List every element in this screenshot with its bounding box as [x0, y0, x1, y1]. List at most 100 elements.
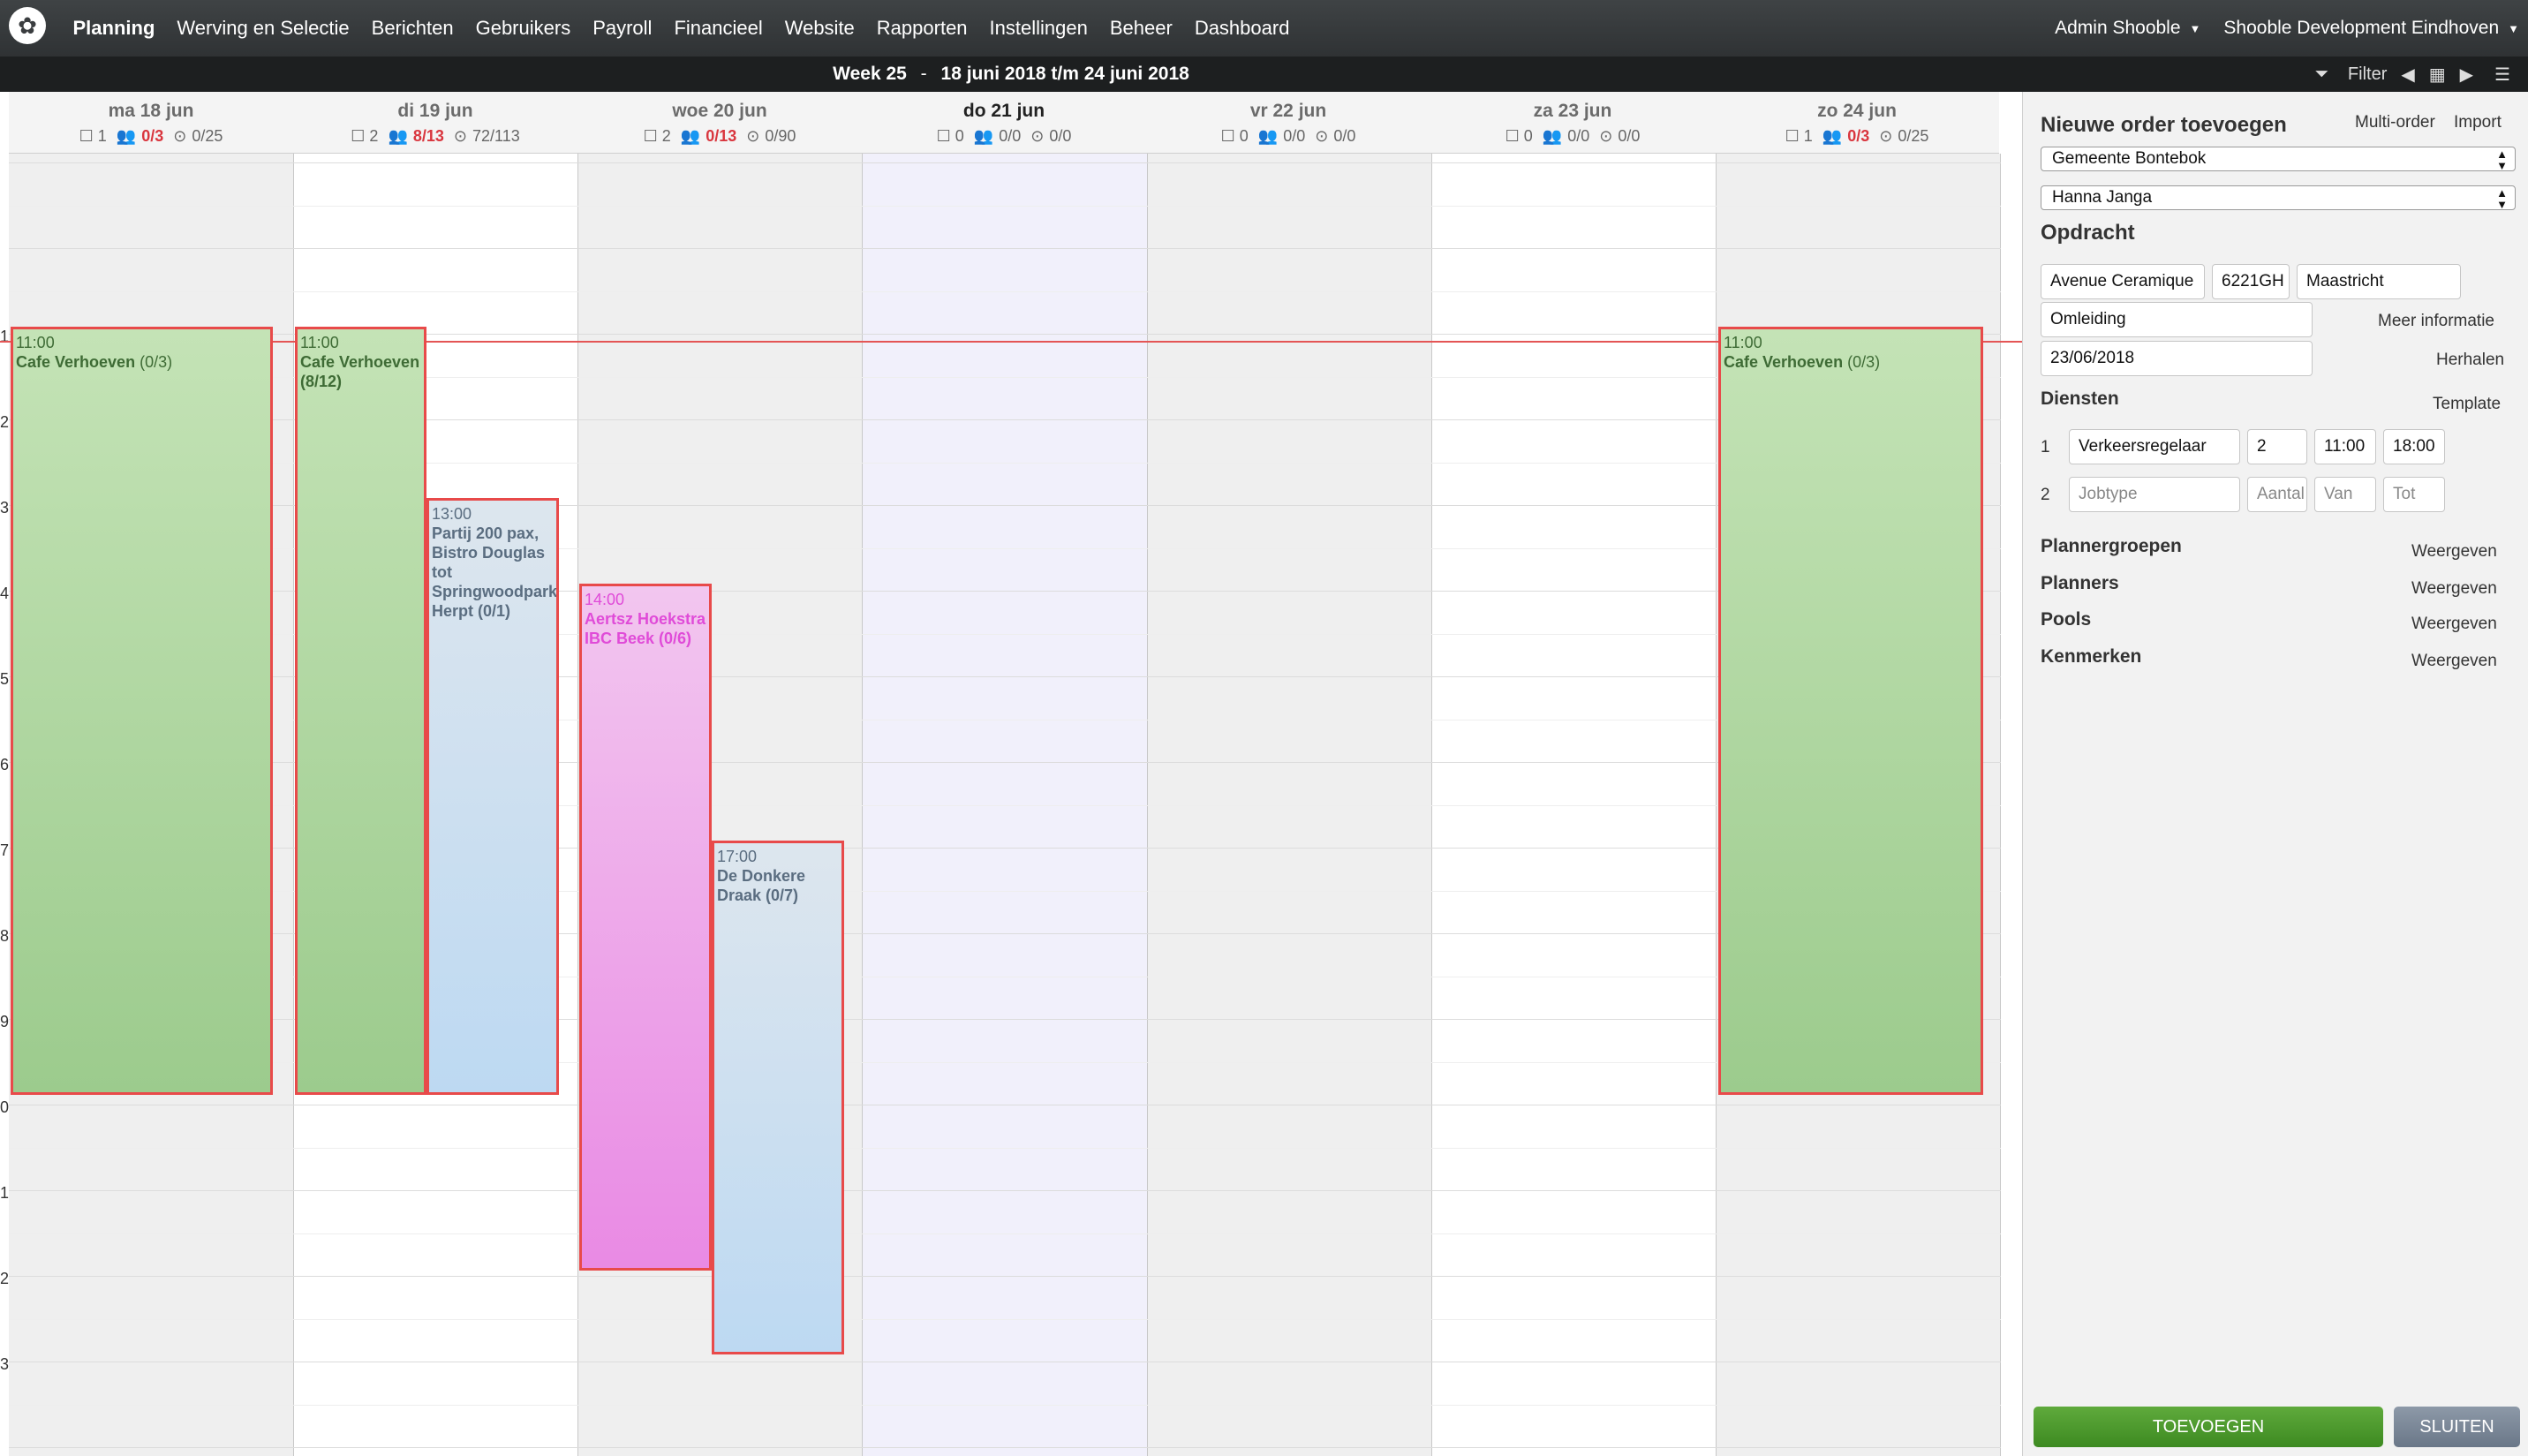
user-dropdown[interactable]: Admin Shooble ▼ — [2055, 18, 2200, 39]
organization-dropdown[interactable]: Shooble Development Eindhoven ▼ — [2223, 18, 2519, 39]
date-field[interactable]: 23/06/2018 — [2041, 341, 2313, 376]
nav-item-financieel[interactable]: Financieel — [674, 17, 762, 40]
template-link[interactable]: Template — [2433, 395, 2501, 414]
nav-item-werving-en-selectie[interactable]: Werving en Selectie — [177, 17, 349, 40]
filter-button[interactable]: ⏷ Filter — [2300, 64, 2387, 85]
day-header-sat[interactable]: za 23 jun ☐ 0 👥 0/0 ⊙ 0/0 — [1430, 92, 1715, 154]
section-label-pools: Pools — [2041, 609, 2092, 630]
event-time: 13:00 — [432, 505, 472, 523]
description-field[interactable]: Omleiding — [2041, 302, 2313, 337]
event-cafe-verhoeven-sun[interactable]: 11:00 Cafe Verhoeven (0/3) — [1718, 327, 1983, 1095]
organization-name: Shooble Development Eindhoven — [2223, 18, 2500, 38]
clock-icon: ⊙ — [1030, 127, 1045, 145]
day-label: woe 20 jun — [672, 101, 767, 121]
nav-item-instellingen[interactable]: Instellingen — [990, 17, 1088, 40]
nav-item-beheer[interactable]: Beheer — [1110, 17, 1173, 40]
service-row-number: 1 — [2041, 438, 2050, 456]
people-count: 0/0 — [1283, 127, 1306, 145]
service-amount-field[interactable]: 2 — [2247, 429, 2307, 464]
street-field[interactable]: Avenue Ceramique — [2041, 264, 2205, 299]
shift-count: 0/0 — [1618, 127, 1641, 145]
nav-item-gebruikers[interactable]: Gebruikers — [476, 17, 571, 40]
day-stats: ☐ 2 👥 0/13 ⊙ 0/90 — [577, 127, 862, 146]
calendar-icon[interactable]: ▦ — [2429, 64, 2446, 86]
hour-label: 4 — [0, 585, 10, 602]
nav-item-dashboard[interactable]: Dashboard — [1195, 17, 1290, 40]
hour-label: 9 — [0, 1013, 10, 1030]
service-row-number: 2 — [2041, 486, 2050, 504]
event-name: Cafe Verhoeven — [16, 353, 136, 371]
hour-label: 1 — [0, 328, 10, 345]
half-hour-gridline — [9, 1405, 2001, 1406]
nav-item-rapporten[interactable]: Rapporten — [877, 17, 968, 40]
hour-label: 3 — [0, 1355, 10, 1373]
service-to-field[interactable]: 18:00 — [2383, 429, 2445, 464]
order-count: 0 — [955, 127, 964, 145]
day-header-fri[interactable]: vr 22 jun ☐ 0 👥 0/0 ⊙ 0/0 — [1146, 92, 1430, 154]
day-label: ma 18 jun — [108, 101, 194, 121]
people-icon: 👥 — [388, 127, 408, 145]
city-field[interactable]: Maastricht — [2297, 264, 2461, 299]
contact-select-value: Hanna Janga — [2052, 188, 2153, 207]
pools-show-link[interactable]: Weergeven — [2411, 615, 2497, 634]
import-link[interactable]: Import — [2454, 113, 2502, 132]
service-from-field[interactable]: 11:00 — [2314, 429, 2376, 464]
half-hour-gridline — [9, 206, 2001, 207]
service-jobtype-field[interactable]: Jobtype — [2069, 477, 2240, 512]
main-menu: Planning Werving en Selectie Berichten G… — [62, 0, 1301, 57]
service-amount-field[interactable]: Aantal — [2247, 477, 2307, 512]
add-order-button[interactable]: TOEVOEGEN — [2034, 1407, 2383, 1447]
clock-icon: ⊙ — [173, 127, 187, 145]
postcode-field[interactable]: 6221GH — [2212, 264, 2290, 299]
people-count: 0/3 — [1847, 127, 1870, 145]
shooble-logo-icon[interactable]: ✿ — [9, 7, 46, 44]
day-label: za 23 jun — [1533, 101, 1612, 121]
event-aertsz-hoekstra[interactable]: 14:00 Aertsz Hoekstra IBC Beek (0/6) — [579, 584, 712, 1271]
event-de-donkere-draak[interactable]: 17:00 De Donkere Draak (0/7) — [712, 841, 844, 1354]
day-label: zo 24 jun — [1817, 101, 1897, 121]
day-stats: ☐ 2 👥 8/13 ⊙ 72/113 — [293, 127, 577, 146]
people-count: 8/13 — [412, 127, 444, 145]
kenmerken-show-link[interactable]: Weergeven — [2411, 652, 2497, 671]
nav-item-payroll[interactable]: Payroll — [592, 17, 652, 40]
event-cafe-verhoeven-tue[interactable]: 11:00 Cafe Verhoeven (8/12) — [295, 327, 426, 1095]
close-panel-button[interactable]: SLUITEN — [2394, 1407, 2520, 1447]
section-label-kenmerken: Kenmerken — [2041, 646, 2142, 667]
day-header-wed[interactable]: woe 20 jun ☐ 2 👥 0/13 ⊙ 0/90 — [577, 92, 862, 154]
service-to-field[interactable]: Tot — [2383, 477, 2445, 512]
hour-label: 3 — [0, 499, 10, 517]
order-count: 2 — [661, 127, 671, 145]
people-icon: 👥 — [680, 127, 701, 145]
day-header-sun[interactable]: zo 24 jun ☐ 1 👥 0/3 ⊙ 0/25 — [1715, 92, 1999, 154]
contact-select[interactable]: Hanna Janga ▲ ▼ — [2041, 185, 2516, 210]
hamburger-menu-icon[interactable]: ☰ — [2494, 64, 2510, 86]
multi-order-link[interactable]: Multi-order — [2355, 113, 2435, 132]
people-count: 0/3 — [141, 127, 164, 145]
service-jobtype-field[interactable]: Verkeersregelaar — [2069, 429, 2240, 464]
week-range: 18 juni 2018 t/m 24 juni 2018 — [940, 64, 1189, 84]
event-cafe-verhoeven-mon[interactable]: 11:00 Cafe Verhoeven (0/3) — [11, 327, 273, 1095]
select-arrows-icon: ▲ ▼ — [2496, 186, 2508, 211]
previous-week-icon[interactable]: ◀ — [2401, 64, 2414, 86]
hour-label: 0 — [0, 1098, 10, 1116]
day-header-thu[interactable]: do 21 jun ☐ 0 👥 0/0 ⊙ 0/0 — [862, 92, 1146, 154]
day-header-mon[interactable]: ma 18 jun ☐ 1 👥 0/3 ⊙ 0/25 — [9, 92, 293, 154]
next-week-icon[interactable]: ▶ — [2460, 64, 2473, 86]
new-order-panel: Nieuwe order toevoegen Multi-order Impor… — [2022, 92, 2528, 1456]
meer-informatie-link[interactable]: Meer informatie — [2378, 312, 2494, 331]
nav-item-website[interactable]: Website — [785, 17, 855, 40]
event-partij-bistro-douglas[interactable]: 13:00 Partij 200 pax, Bistro Douglas tot… — [426, 498, 559, 1095]
hour-gridline — [9, 1190, 2001, 1191]
nav-item-planning[interactable]: Planning — [73, 17, 155, 40]
service-from-field[interactable]: Van — [2314, 477, 2376, 512]
nav-item-berichten[interactable]: Berichten — [372, 17, 454, 40]
people-count: 0/0 — [999, 127, 1022, 145]
event-time: 14:00 — [585, 591, 625, 608]
day-header-tue[interactable]: di 19 jun ☐ 2 👥 8/13 ⊙ 72/113 — [293, 92, 577, 154]
event-name: Cafe Verhoeven — [1724, 353, 1844, 371]
plannergroepen-show-link[interactable]: Weergeven — [2411, 542, 2497, 562]
herhalen-link[interactable]: Herhalen — [2436, 351, 2504, 370]
planners-show-link[interactable]: Weergeven — [2411, 579, 2497, 599]
client-select[interactable]: Gemeente Bontebok ▲ ▼ — [2041, 147, 2516, 171]
event-name: Cafe Verhoeven (8/12) — [300, 353, 420, 390]
